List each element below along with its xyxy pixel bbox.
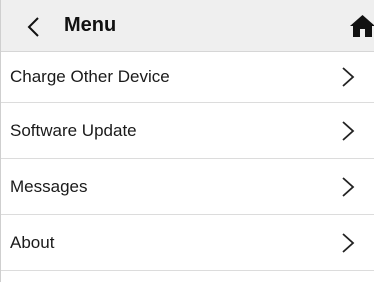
home-icon: [350, 15, 374, 37]
back-button[interactable]: [23, 15, 47, 39]
menu-item-label: Charge Other Device: [10, 67, 170, 86]
menu-item-charge-other-device[interactable]: Charge Other Device: [1, 52, 374, 103]
menu-list: Charge Other Device Software Update Mess…: [1, 52, 374, 271]
menu-header: Menu: [1, 0, 374, 52]
menu-item-software-update[interactable]: Software Update: [1, 103, 374, 159]
chevron-right-icon: [341, 66, 355, 88]
chevron-right-icon: [341, 232, 355, 254]
menu-item-label: Messages: [10, 176, 88, 196]
menu-item-messages[interactable]: Messages: [1, 159, 374, 215]
menu-item-about[interactable]: About: [1, 215, 374, 271]
page-title: Menu: [64, 14, 117, 36]
chevron-right-icon: [341, 120, 355, 142]
menu-item-label: Software Update: [10, 120, 137, 140]
menu-item-label: About: [10, 232, 55, 252]
menu-screen: Menu Charge Other Device Software Update…: [0, 0, 374, 282]
home-button[interactable]: [350, 14, 374, 38]
chevron-right-icon: [341, 176, 355, 198]
chevron-left-icon: [27, 17, 39, 37]
